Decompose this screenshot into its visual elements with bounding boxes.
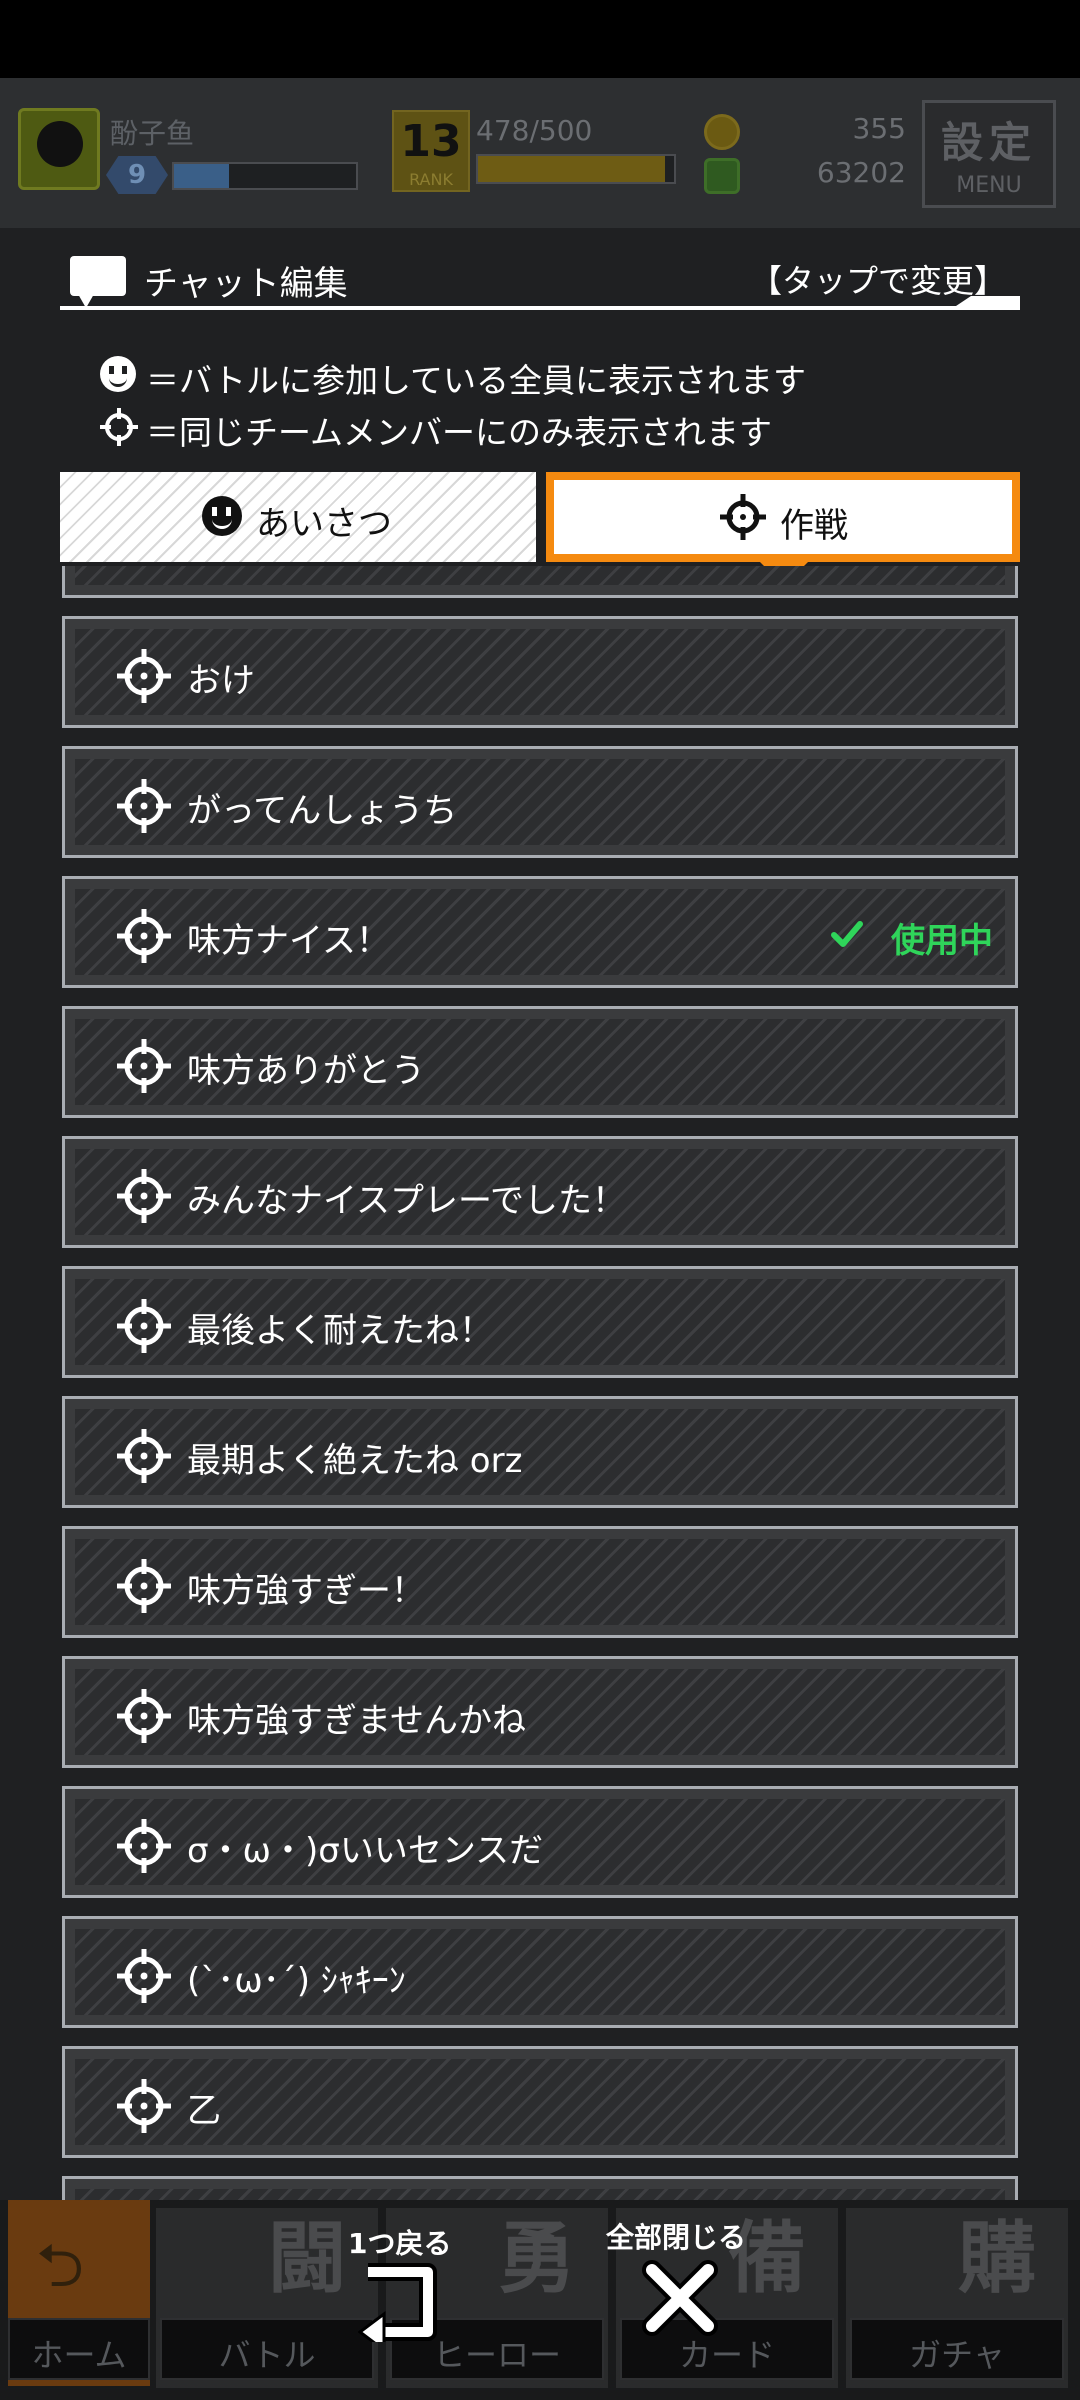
legend-all-text: ＝バトルに参加している全員に表示されます — [146, 361, 806, 400]
legend-team-only: ＝同じチームメンバーにのみ表示されます — [100, 402, 960, 452]
coin-count: 355 — [852, 112, 906, 145]
exp-bar — [172, 162, 358, 190]
phrase-text: 最期よく絶えたね orz — [187, 1441, 523, 1481]
phrase-text: おけ — [187, 661, 255, 701]
crosshair-icon — [100, 408, 138, 446]
phrase-text: σ・ω・)σいいセンスだ — [187, 1831, 544, 1871]
stamina-bar — [476, 154, 676, 184]
phrase-item[interactable]: σ・ω・)σいいセンスだ — [62, 1786, 1018, 1898]
stamina-text: 478/500 — [476, 114, 593, 147]
crosshair-icon — [117, 1429, 171, 1483]
item-background — [75, 566, 1005, 585]
back-one-label: 1つ戻る — [348, 2227, 452, 2260]
phrase-item[interactable]: がってんしょうち — [62, 746, 1018, 858]
phrase-text: 最後よく耐えたね！ — [187, 1311, 493, 1351]
nav-home-label[interactable]: ホーム — [8, 2318, 150, 2380]
legend-all-players: ＝バトルに参加している全員に表示されます — [100, 350, 960, 400]
menu-kanji: 設定 — [940, 118, 1037, 167]
phrase-item[interactable]: みんなナイスプレーでした！ — [62, 1136, 1018, 1248]
gem-count: 63202 — [816, 156, 906, 189]
player-avatar — [18, 108, 100, 190]
nav-gacha-label[interactable]: ガチャ — [850, 2318, 1064, 2380]
phrase-text: 味方ナイス！ — [187, 921, 390, 961]
tab-strategy-label: 作戦 — [780, 506, 848, 546]
phrase-text: 味方ありがとう — [187, 1051, 425, 1091]
in-use-badge: 使用中 — [891, 921, 993, 961]
legend-team-text: ＝同じチームメンバーにのみ表示されます — [146, 413, 773, 452]
crosshair-icon — [720, 494, 766, 540]
phrase-text: がってんしょうち — [187, 791, 458, 831]
close-all-label: 全部閉じる — [606, 2221, 747, 2254]
phrase-item[interactable]: 味方ナイス！ 使用中 — [62, 876, 1018, 988]
tap-to-change-hint: 【タップで変更】 — [749, 262, 1006, 300]
crosshair-icon — [117, 2079, 171, 2133]
menu-button[interactable]: 設定 MENU — [922, 100, 1056, 208]
crosshair-icon — [117, 649, 171, 703]
player-name: 酚子鱼 — [110, 117, 195, 150]
crosshair-icon — [117, 1819, 171, 1873]
crosshair-icon — [117, 1559, 171, 1613]
smile-icon — [100, 356, 136, 392]
phrase-item[interactable]: 味方強すぎませんかね — [62, 1656, 1018, 1768]
nav-battle-label[interactable]: バトル — [160, 2318, 374, 2380]
phrase-text: 味方強すぎー！ — [187, 1571, 425, 1611]
phrase-item[interactable]: 最後よく耐えたね！ — [62, 1266, 1018, 1378]
phrase-item[interactable]: 味方ありがとう — [62, 1006, 1018, 1118]
crosshair-icon — [117, 1299, 171, 1353]
phrase-list[interactable]: おけがってんしょうち 味方ナイス！ 使用中味方ありがとうみんなナイスプレーでした！ 最… — [62, 566, 1018, 2200]
crosshair-icon — [117, 1949, 171, 2003]
crosshair-icon — [117, 779, 171, 833]
stamina-fill — [478, 156, 666, 182]
close-all-button[interactable] — [640, 2258, 720, 2338]
status-bar — [0, 0, 1080, 78]
phrase-item[interactable]: (`･ω･´) ｼｬｷｰﾝ — [62, 1916, 1018, 2028]
exp-fill — [174, 164, 229, 188]
list-item-partial[interactable] — [62, 566, 1018, 598]
rank-number: 13 — [400, 116, 462, 167]
menu-label: MENU — [956, 173, 1022, 198]
phrase-item[interactable]: 味方強すぎー！ — [62, 1526, 1018, 1638]
phrase-item[interactable]: 乙 — [62, 2046, 1018, 2158]
phrase-item[interactable]: 最期よく絶えたね orz — [62, 1396, 1018, 1508]
phrase-text: (`･ω･´) ｼｬｷｰﾝ — [187, 1961, 406, 2001]
player-level: 9 — [127, 160, 147, 190]
crosshair-icon — [117, 1169, 171, 1223]
smile-icon — [202, 496, 242, 536]
tab-strategy[interactable]: 作戦 — [546, 472, 1020, 562]
title-underline — [60, 306, 1020, 310]
crosshair-icon — [117, 909, 171, 963]
nav-hero-kanji: 勇 — [498, 2214, 577, 2304]
phrase-item[interactable]: おけ — [62, 616, 1018, 728]
nav-battle-kanji: 闘 — [268, 2214, 347, 2304]
nav-gacha-kanji: 購 — [958, 2214, 1037, 2304]
dialog-title: チャット編集 — [144, 264, 348, 304]
coin-icon — [704, 114, 740, 150]
phrase-text: 味方強すぎませんかね — [187, 1701, 526, 1741]
back-one-button[interactable] — [358, 2262, 440, 2342]
phrase-text: 乙 — [187, 2091, 221, 2131]
tab-greeting-label: あいさつ — [256, 504, 392, 544]
phrase-text: みんなナイスプレーでした！ — [187, 1181, 626, 1221]
check-icon — [831, 921, 863, 947]
gem-icon — [704, 158, 740, 194]
crosshair-icon — [117, 1689, 171, 1743]
home-return-icon: ⮌ — [36, 2231, 85, 2301]
dialog-title-bar: チャット編集 【タップで変更】 — [60, 248, 1020, 312]
chat-bubble-icon — [70, 256, 126, 308]
crosshair-icon — [117, 1039, 171, 1093]
game-header: 酚子鱼 9 13 RANK 478/500 355 63202 — [0, 78, 1080, 228]
rank-label: RANK — [409, 170, 453, 189]
tab-greeting[interactable]: あいさつ — [60, 472, 536, 562]
